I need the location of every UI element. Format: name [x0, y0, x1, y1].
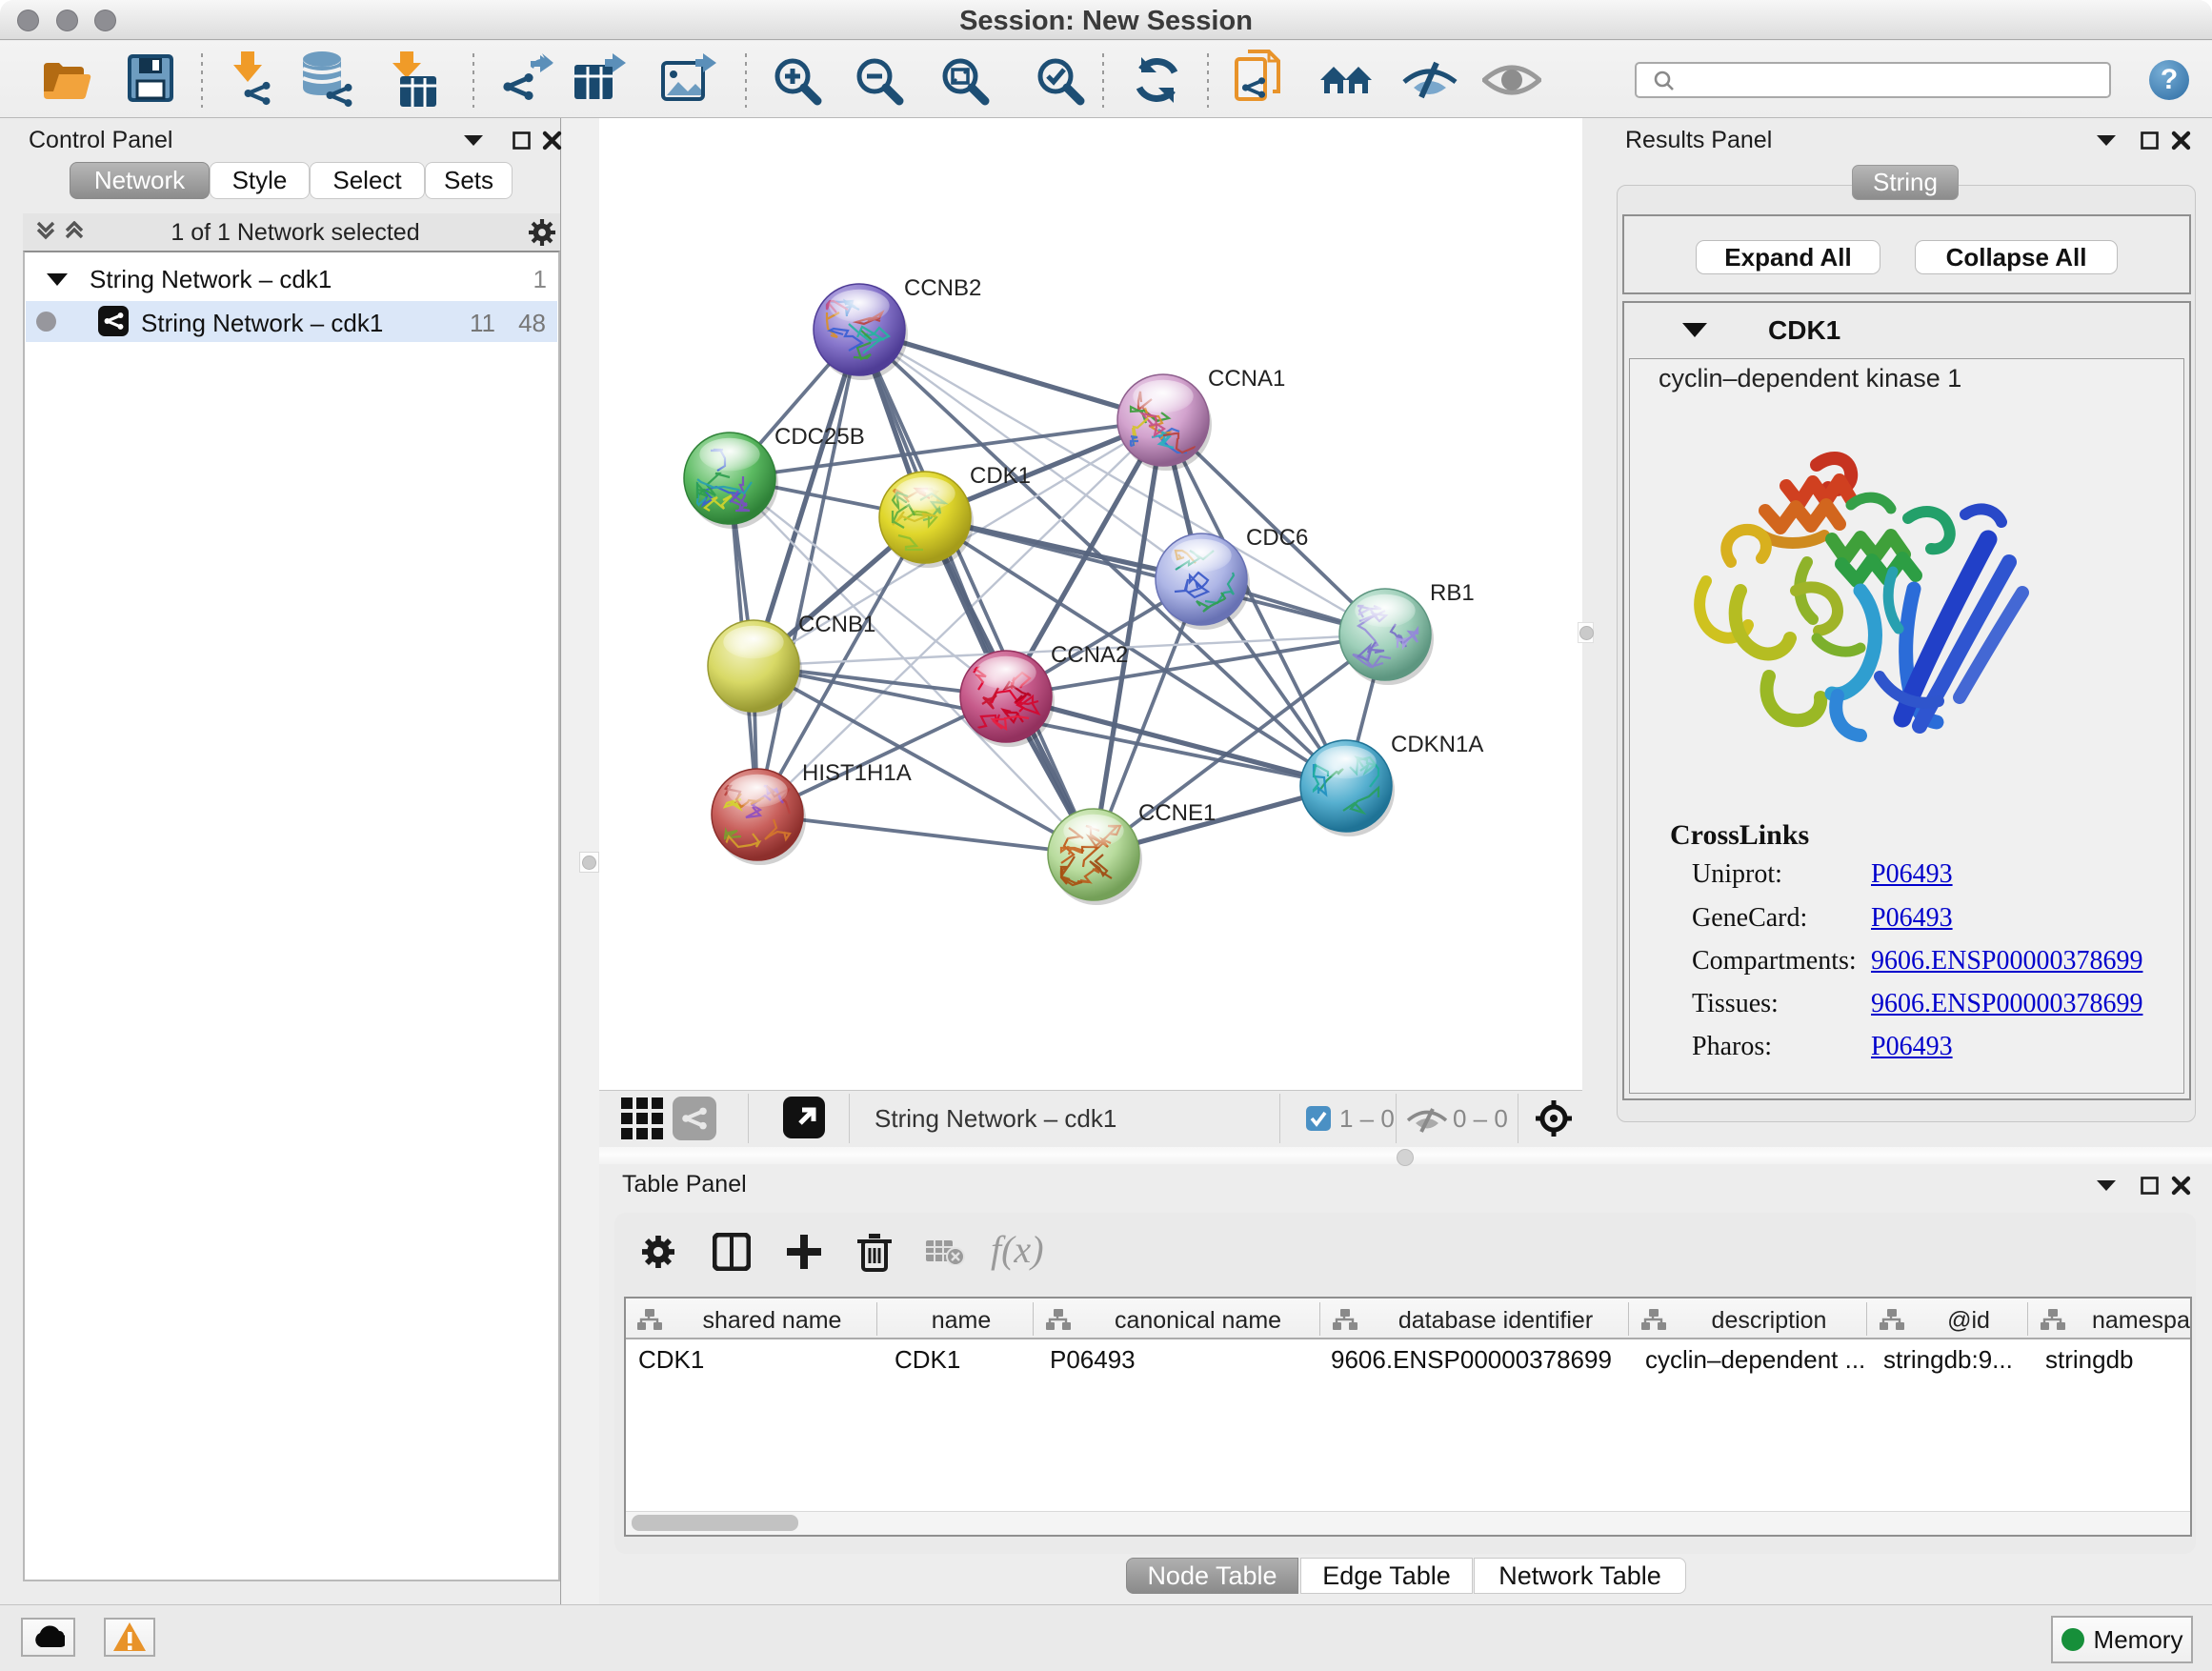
svg-text:RB1: RB1: [1430, 580, 1475, 606]
svg-text:CDK1: CDK1: [970, 463, 1031, 489]
svg-text:HIST1H1A: HIST1H1A: [802, 760, 912, 786]
svg-text:CCNA2: CCNA2: [1051, 642, 1128, 668]
svg-text:CCNE1: CCNE1: [1138, 800, 1216, 826]
svg-text:CCNB1: CCNB1: [798, 612, 875, 637]
svg-text:CCNA1: CCNA1: [1208, 366, 1285, 392]
svg-text:CDKN1A: CDKN1A: [1391, 732, 1483, 757]
svg-text:CDC25B: CDC25B: [774, 424, 865, 450]
svg-text:CDC6: CDC6: [1246, 525, 1308, 551]
svg-text:CCNB2: CCNB2: [904, 275, 981, 301]
